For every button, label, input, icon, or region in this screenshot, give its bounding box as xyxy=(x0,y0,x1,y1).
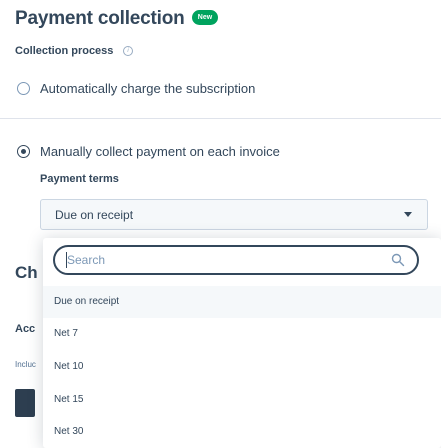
manual-collect-radio[interactable] xyxy=(17,145,30,158)
search-icon[interactable] xyxy=(391,253,405,267)
helper-text-partial: Incluc xyxy=(15,360,36,369)
payment-terms-dropdown: Due on receipt Net 7 Net 10 Net 15 Net 3… xyxy=(43,238,441,448)
payment-terms-select[interactable]: Due on receipt xyxy=(40,199,428,230)
manual-collect-label: Manually collect payment on each invoice xyxy=(40,144,280,159)
option-label: Due on receipt xyxy=(54,296,120,307)
payment-terms-label: Payment terms xyxy=(40,173,119,185)
auto-charge-label: Automatically charge the subscription xyxy=(40,81,256,96)
auto-charge-option[interactable]: Automatically charge the subscription xyxy=(17,80,287,98)
option-label: Net 7 xyxy=(54,328,78,339)
dropdown-search[interactable] xyxy=(53,245,419,275)
new-badge: New xyxy=(192,10,218,25)
manual-collect-option[interactable]: Manually collect payment on each invoice xyxy=(17,143,307,161)
info-icon[interactable]: i xyxy=(123,46,133,56)
dropdown-option-due-on-receipt[interactable]: Due on receipt xyxy=(43,286,441,318)
caret-down-icon xyxy=(404,212,412,217)
divider xyxy=(0,118,441,119)
dropdown-option-net-10[interactable]: Net 10 xyxy=(43,351,441,383)
option-label: Net 30 xyxy=(54,426,84,437)
search-input[interactable] xyxy=(67,252,367,268)
dropdown-option-net-15[interactable]: Net 15 xyxy=(43,384,441,416)
option-label: Net 15 xyxy=(54,394,84,405)
section-heading-partial: Ch xyxy=(15,263,38,282)
toggle-partial[interactable] xyxy=(15,389,35,417)
page-title: Payment collection xyxy=(15,8,185,29)
payment-terms-selected-value: Due on receipt xyxy=(55,208,134,222)
option-label: Net 10 xyxy=(54,361,84,372)
dropdown-option-net-30[interactable]: Net 30 xyxy=(43,416,441,448)
dropdown-option-net-7[interactable]: Net 7 xyxy=(43,318,441,350)
collection-process-label: Collection process xyxy=(15,45,114,57)
field-label-partial: Acc xyxy=(15,323,36,335)
auto-charge-radio[interactable] xyxy=(17,82,30,95)
